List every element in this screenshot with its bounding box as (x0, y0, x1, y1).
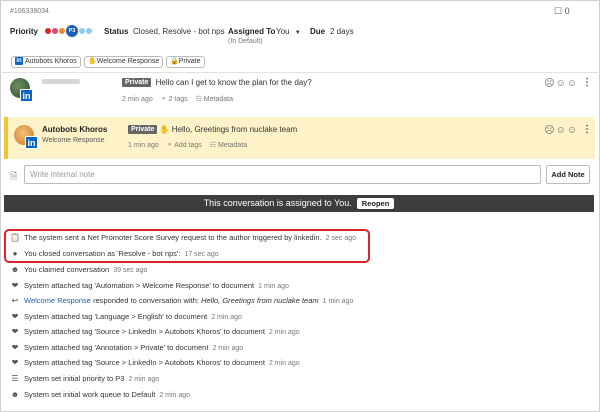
divider (0, 72, 600, 73)
due-value[interactable]: 2 days (330, 27, 354, 36)
more-options-icon[interactable]: ⋮ (582, 124, 592, 135)
caret-down-icon: ▼ (294, 30, 301, 36)
smiley-icon[interactable]: ☺ (567, 78, 578, 89)
author-name-blurred (42, 79, 80, 84)
status-value[interactable]: Closed, Resolve - bot nps (133, 27, 225, 36)
linkedin-icon: in (15, 57, 23, 66)
note-icon: 🗎 (10, 171, 18, 181)
assignee-dropdown[interactable]: You ▼ (276, 27, 301, 36)
private-badge: Private (122, 78, 152, 88)
log-item: ❤ System attached tag 'Automation > Welco… (9, 280, 289, 292)
assigned-queue-note: (In Default) (228, 38, 263, 45)
assignment-banner: This conversation is assigned to You. Reo… (4, 195, 594, 212)
smiley-icon[interactable]: ☺ (567, 125, 578, 136)
metadata-button[interactable]: ☷ Metadata (196, 96, 233, 103)
reply-icon: ↩ (11, 296, 19, 305)
tags-button[interactable]: ⚬ 2 tags (161, 96, 188, 103)
hand-wave-icon: ✋ (159, 125, 170, 134)
tag-icon: ❤ (11, 327, 19, 336)
tag-icon: ❤ (11, 343, 19, 352)
log-item: ❤ System attached tag 'Language > English… (9, 311, 242, 323)
assignment-text: This conversation is assigned to You. (203, 198, 352, 208)
linkedin-icon: in (20, 89, 33, 102)
author-subtitle: Welcome Response (42, 137, 105, 144)
reaction-icons[interactable]: ☹☺☺ (544, 125, 578, 136)
welcome-response-link[interactable]: Welcome Response (24, 296, 91, 305)
message-body: Private Hello can I get to know the plan… (122, 78, 312, 88)
smiley-icon[interactable]: ☹ (544, 78, 555, 89)
priority-dot (45, 28, 51, 34)
log-item: ❤ System attached tag 'Source > LinkedIn … (9, 357, 300, 369)
log-item: ❤ System attached tag 'Source > LinkedIn … (9, 326, 300, 338)
more-options-icon[interactable]: ⋮ (582, 77, 592, 88)
message-text: Hello can I get to know the plan for the… (155, 78, 312, 87)
author-name[interactable]: Autobots Khoros (42, 125, 107, 134)
priority-selector[interactable]: P3 (45, 25, 93, 37)
assigned-label: Assigned To (228, 27, 276, 36)
user-icon: ☻ (10, 390, 20, 399)
user-icon: ☻ (10, 265, 20, 274)
internal-note-input[interactable] (24, 165, 541, 184)
message-body: Private ✋ Hello, Greetings from nuclake … (128, 125, 298, 135)
status-label: Status (104, 27, 129, 36)
log-item: ↩ Welcome Response responded to conversat… (9, 295, 354, 307)
message-time: 2 min ago (122, 96, 153, 103)
priority-dot (52, 28, 58, 34)
log-item: ❤ System attached tag 'Annotation > Priva… (9, 342, 244, 354)
bookmark-button[interactable]: ☐ 0 (554, 6, 570, 17)
reopen-button[interactable]: Reopen (356, 198, 395, 210)
database-icon: ☷ (209, 142, 217, 149)
smiley-icon[interactable]: ☺ (556, 125, 567, 136)
linkedin-icon: in (25, 136, 38, 149)
tag-icon: ❤ (11, 281, 19, 290)
log-item: 📋 The system sent a Net Promoter Score Su… (10, 233, 357, 242)
message-text: Hello, Greetings from nuclake team (171, 125, 298, 134)
add-tags-button[interactable]: ⚬ Add tags (167, 142, 202, 149)
lock-icon: 🔒 (170, 58, 179, 65)
smiley-icon[interactable]: ☹ (544, 125, 555, 136)
metadata-button[interactable]: ☷ Metadata (210, 142, 247, 149)
log-item: ☻ System set initial work queue to Defaul… (10, 390, 191, 399)
priority-badge: P3 (66, 25, 78, 37)
reaction-icons[interactable]: ☹☺☺ (544, 78, 578, 89)
tag-icon: ❤ (11, 358, 19, 367)
smiley-icon[interactable]: ☺ (556, 78, 567, 89)
chip-private[interactable]: 🔒Private (166, 56, 205, 68)
message-time: 1 min ago (128, 142, 159, 149)
log-item: ☰ System set initial priority to P3 2 min … (9, 373, 159, 385)
ticket-id: #106338034 (10, 8, 49, 15)
chip-source[interactable]: in Autobots Khoros (11, 56, 81, 68)
add-note-button[interactable]: Add Note (546, 165, 590, 184)
tag-icon: ⚬ (160, 96, 167, 103)
priority-label: Priority (10, 27, 39, 36)
priority-dot (79, 28, 85, 34)
sliders-icon: ☰ (11, 374, 19, 383)
tag-icon: ⚬ (166, 142, 173, 149)
bookmark-icon: ☐ (554, 6, 563, 16)
chip-welcome-response[interactable]: ✋Welcome Response (84, 56, 164, 68)
assignee-value: You (276, 27, 290, 36)
priority-dot (59, 28, 65, 34)
due-label: Due (310, 27, 326, 36)
tag-icon: ❤ (11, 312, 19, 321)
message-meta: 1 min ago ⚬ Add tags ☷ Metadata (128, 141, 247, 149)
private-badge: Private (128, 125, 158, 135)
chat-bubble-icon: ● (12, 249, 18, 258)
log-item: ● You closed conversation as 'Resolve - b… (9, 248, 219, 260)
clipboard-icon: 📋 (10, 233, 20, 242)
message-meta: 2 min ago ⚬ 2 tags ☷ Metadata (122, 95, 233, 103)
priority-dot (86, 28, 92, 34)
hand-wave-icon: ✋ (88, 58, 97, 65)
log-item: ☻ You claimed conversation 39 sec ago (10, 265, 148, 274)
database-icon: ☷ (195, 96, 202, 103)
bookmark-count: 0 (564, 6, 570, 16)
